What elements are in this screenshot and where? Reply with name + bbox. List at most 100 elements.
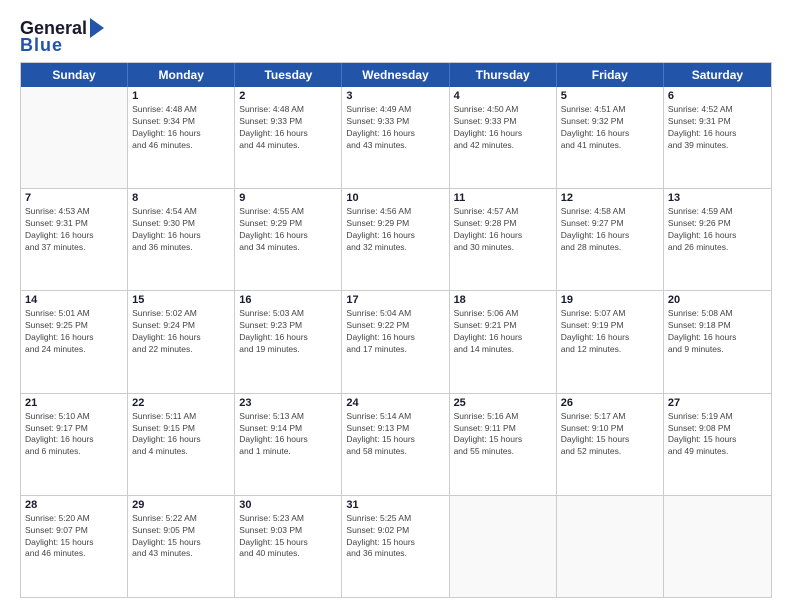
calendar-cell: 9Sunrise: 4:55 AMSunset: 9:29 PMDaylight… <box>235 189 342 290</box>
day-info: Sunrise: 5:25 AMSunset: 9:02 PMDaylight:… <box>346 513 444 561</box>
day-info: Sunrise: 5:20 AMSunset: 9:07 PMDaylight:… <box>25 513 123 561</box>
day-info: Sunrise: 5:07 AMSunset: 9:19 PMDaylight:… <box>561 308 659 356</box>
day-info: Sunrise: 5:22 AMSunset: 9:05 PMDaylight:… <box>132 513 230 561</box>
calendar-header-cell: Sunday <box>21 63 128 87</box>
calendar-header-cell: Saturday <box>664 63 771 87</box>
day-info: Sunrise: 5:06 AMSunset: 9:21 PMDaylight:… <box>454 308 552 356</box>
header: General Blue <box>20 18 772 56</box>
day-info: Sunrise: 4:59 AMSunset: 9:26 PMDaylight:… <box>668 206 767 254</box>
calendar-cell: 25 Sunrise: 5:16 AMSunset: 9:11 PMDayligh… <box>450 394 557 495</box>
calendar-cell <box>557 496 664 597</box>
day-info: Sunrise: 5:16 AMSunset: 9:11 PMDaylight:… <box>454 411 552 459</box>
day-info: Sunrise: 5:19 AMSunset: 9:08 PMDaylight:… <box>668 411 767 459</box>
calendar-cell: 1 Sunrise: 4:48 AMSunset: 9:34 PMDaylight… <box>128 87 235 188</box>
day-info: Sunrise: 5:17 AMSunset: 9:10 PMDaylight:… <box>561 411 659 459</box>
day-info: Sunrise: 5:01 AMSunset: 9:25 PMDaylight:… <box>25 308 123 356</box>
day-number: 3 <box>346 90 444 102</box>
day-number: 16 <box>239 294 337 306</box>
day-number: 15 <box>132 294 230 306</box>
day-number: 5 <box>561 90 659 102</box>
calendar-cell: 23Sunrise: 5:13 AMSunset: 9:14 PMDayligh… <box>235 394 342 495</box>
calendar-row: 28 Sunrise: 5:20 AMSunset: 9:07 PMDayligh… <box>21 496 771 597</box>
day-number: 1 <box>132 90 230 102</box>
day-info: Sunrise: 4:57 AMSunset: 9:28 PMDaylight:… <box>454 206 552 254</box>
calendar-cell: 19 Sunrise: 5:07 AMSunset: 9:19 PMDayligh… <box>557 291 664 392</box>
calendar-cell: 10Sunrise: 4:56 AMSunset: 9:29 PMDayligh… <box>342 189 449 290</box>
calendar-cell: 17Sunrise: 5:04 AMSunset: 9:22 PMDayligh… <box>342 291 449 392</box>
logo-blue-text: Blue <box>20 35 63 56</box>
day-info: Sunrise: 5:03 AMSunset: 9:23 PMDaylight:… <box>239 308 337 356</box>
day-number: 8 <box>132 192 230 204</box>
day-info: Sunrise: 4:52 AMSunset: 9:31 PMDaylight:… <box>668 104 767 152</box>
day-number: 26 <box>561 397 659 409</box>
day-number: 9 <box>239 192 337 204</box>
calendar-header-cell: Wednesday <box>342 63 449 87</box>
calendar-cell: 20Sunrise: 5:08 AMSunset: 9:18 PMDayligh… <box>664 291 771 392</box>
calendar-row: 1 Sunrise: 4:48 AMSunset: 9:34 PMDaylight… <box>21 87 771 189</box>
calendar-cell: 24Sunrise: 5:14 AMSunset: 9:13 PMDayligh… <box>342 394 449 495</box>
day-number: 6 <box>668 90 767 102</box>
calendar-cell: 12Sunrise: 4:58 AMSunset: 9:27 PMDayligh… <box>557 189 664 290</box>
day-info: Sunrise: 4:51 AMSunset: 9:32 PMDaylight:… <box>561 104 659 152</box>
day-number: 11 <box>454 192 552 204</box>
day-number: 24 <box>346 397 444 409</box>
calendar-row: 7 Sunrise: 4:53 AMSunset: 9:31 PMDaylight… <box>21 189 771 291</box>
calendar-cell: 22 Sunrise: 5:11 AMSunset: 9:15 PMDayligh… <box>128 394 235 495</box>
page: General Blue SundayMondayTuesdayWednesda… <box>0 0 792 612</box>
day-number: 28 <box>25 499 123 511</box>
calendar-cell: 5 Sunrise: 4:51 AMSunset: 9:32 PMDaylight… <box>557 87 664 188</box>
calendar-cell: 31 Sunrise: 5:25 AMSunset: 9:02 PMDayligh… <box>342 496 449 597</box>
calendar-cell: 30Sunrise: 5:23 AMSunset: 9:03 PMDayligh… <box>235 496 342 597</box>
calendar-cell <box>664 496 771 597</box>
calendar-header-cell: Tuesday <box>235 63 342 87</box>
calendar-cell: 11 Sunrise: 4:57 AMSunset: 9:28 PMDayligh… <box>450 189 557 290</box>
calendar-row: 14 Sunrise: 5:01 AMSunset: 9:25 PMDayligh… <box>21 291 771 393</box>
day-number: 29 <box>132 499 230 511</box>
day-number: 14 <box>25 294 123 306</box>
day-info: Sunrise: 4:50 AMSunset: 9:33 PMDaylight:… <box>454 104 552 152</box>
calendar-body: 1 Sunrise: 4:48 AMSunset: 9:34 PMDaylight… <box>21 87 771 597</box>
calendar-cell: 2Sunrise: 4:48 AMSunset: 9:33 PMDaylight… <box>235 87 342 188</box>
day-number: 27 <box>668 397 767 409</box>
day-number: 13 <box>668 192 767 204</box>
day-info: Sunrise: 4:54 AMSunset: 9:30 PMDaylight:… <box>132 206 230 254</box>
calendar-cell: 7 Sunrise: 4:53 AMSunset: 9:31 PMDaylight… <box>21 189 128 290</box>
calendar: SundayMondayTuesdayWednesdayThursdayFrid… <box>20 62 772 598</box>
calendar-cell: 6 Sunrise: 4:52 AMSunset: 9:31 PMDaylight… <box>664 87 771 188</box>
day-number: 30 <box>239 499 337 511</box>
day-info: Sunrise: 4:48 AMSunset: 9:33 PMDaylight:… <box>239 104 337 152</box>
calendar-cell <box>450 496 557 597</box>
calendar-cell: 21 Sunrise: 5:10 AMSunset: 9:17 PMDayligh… <box>21 394 128 495</box>
calendar-cell: 26 Sunrise: 5:17 AMSunset: 9:10 PMDayligh… <box>557 394 664 495</box>
calendar-cell: 29 Sunrise: 5:22 AMSunset: 9:05 PMDayligh… <box>128 496 235 597</box>
calendar-cell: 15Sunrise: 5:02 AMSunset: 9:24 PMDayligh… <box>128 291 235 392</box>
calendar-cell: 27 Sunrise: 5:19 AMSunset: 9:08 PMDayligh… <box>664 394 771 495</box>
day-info: Sunrise: 4:53 AMSunset: 9:31 PMDaylight:… <box>25 206 123 254</box>
logo: General Blue <box>20 18 104 56</box>
day-info: Sunrise: 4:49 AMSunset: 9:33 PMDaylight:… <box>346 104 444 152</box>
calendar-cell: 16 Sunrise: 5:03 AMSunset: 9:23 PMDayligh… <box>235 291 342 392</box>
day-info: Sunrise: 4:48 AMSunset: 9:34 PMDaylight:… <box>132 104 230 152</box>
day-info: Sunrise: 5:11 AMSunset: 9:15 PMDaylight:… <box>132 411 230 459</box>
day-number: 7 <box>25 192 123 204</box>
calendar-cell: 28 Sunrise: 5:20 AMSunset: 9:07 PMDayligh… <box>21 496 128 597</box>
logo-arrow-icon <box>90 18 104 38</box>
day-number: 22 <box>132 397 230 409</box>
day-info: Sunrise: 5:13 AMSunset: 9:14 PMDaylight:… <box>239 411 337 459</box>
calendar-header-cell: Friday <box>557 63 664 87</box>
calendar-cell: 13 Sunrise: 4:59 AMSunset: 9:26 PMDayligh… <box>664 189 771 290</box>
day-number: 17 <box>346 294 444 306</box>
day-number: 4 <box>454 90 552 102</box>
day-number: 31 <box>346 499 444 511</box>
day-info: Sunrise: 5:10 AMSunset: 9:17 PMDaylight:… <box>25 411 123 459</box>
day-number: 19 <box>561 294 659 306</box>
day-info: Sunrise: 5:08 AMSunset: 9:18 PMDaylight:… <box>668 308 767 356</box>
day-number: 18 <box>454 294 552 306</box>
calendar-cell: 8 Sunrise: 4:54 AMSunset: 9:30 PMDaylight… <box>128 189 235 290</box>
day-number: 25 <box>454 397 552 409</box>
day-number: 21 <box>25 397 123 409</box>
day-info: Sunrise: 4:56 AMSunset: 9:29 PMDaylight:… <box>346 206 444 254</box>
calendar-cell <box>21 87 128 188</box>
calendar-row: 21 Sunrise: 5:10 AMSunset: 9:17 PMDayligh… <box>21 394 771 496</box>
calendar-header: SundayMondayTuesdayWednesdayThursdayFrid… <box>21 63 771 87</box>
